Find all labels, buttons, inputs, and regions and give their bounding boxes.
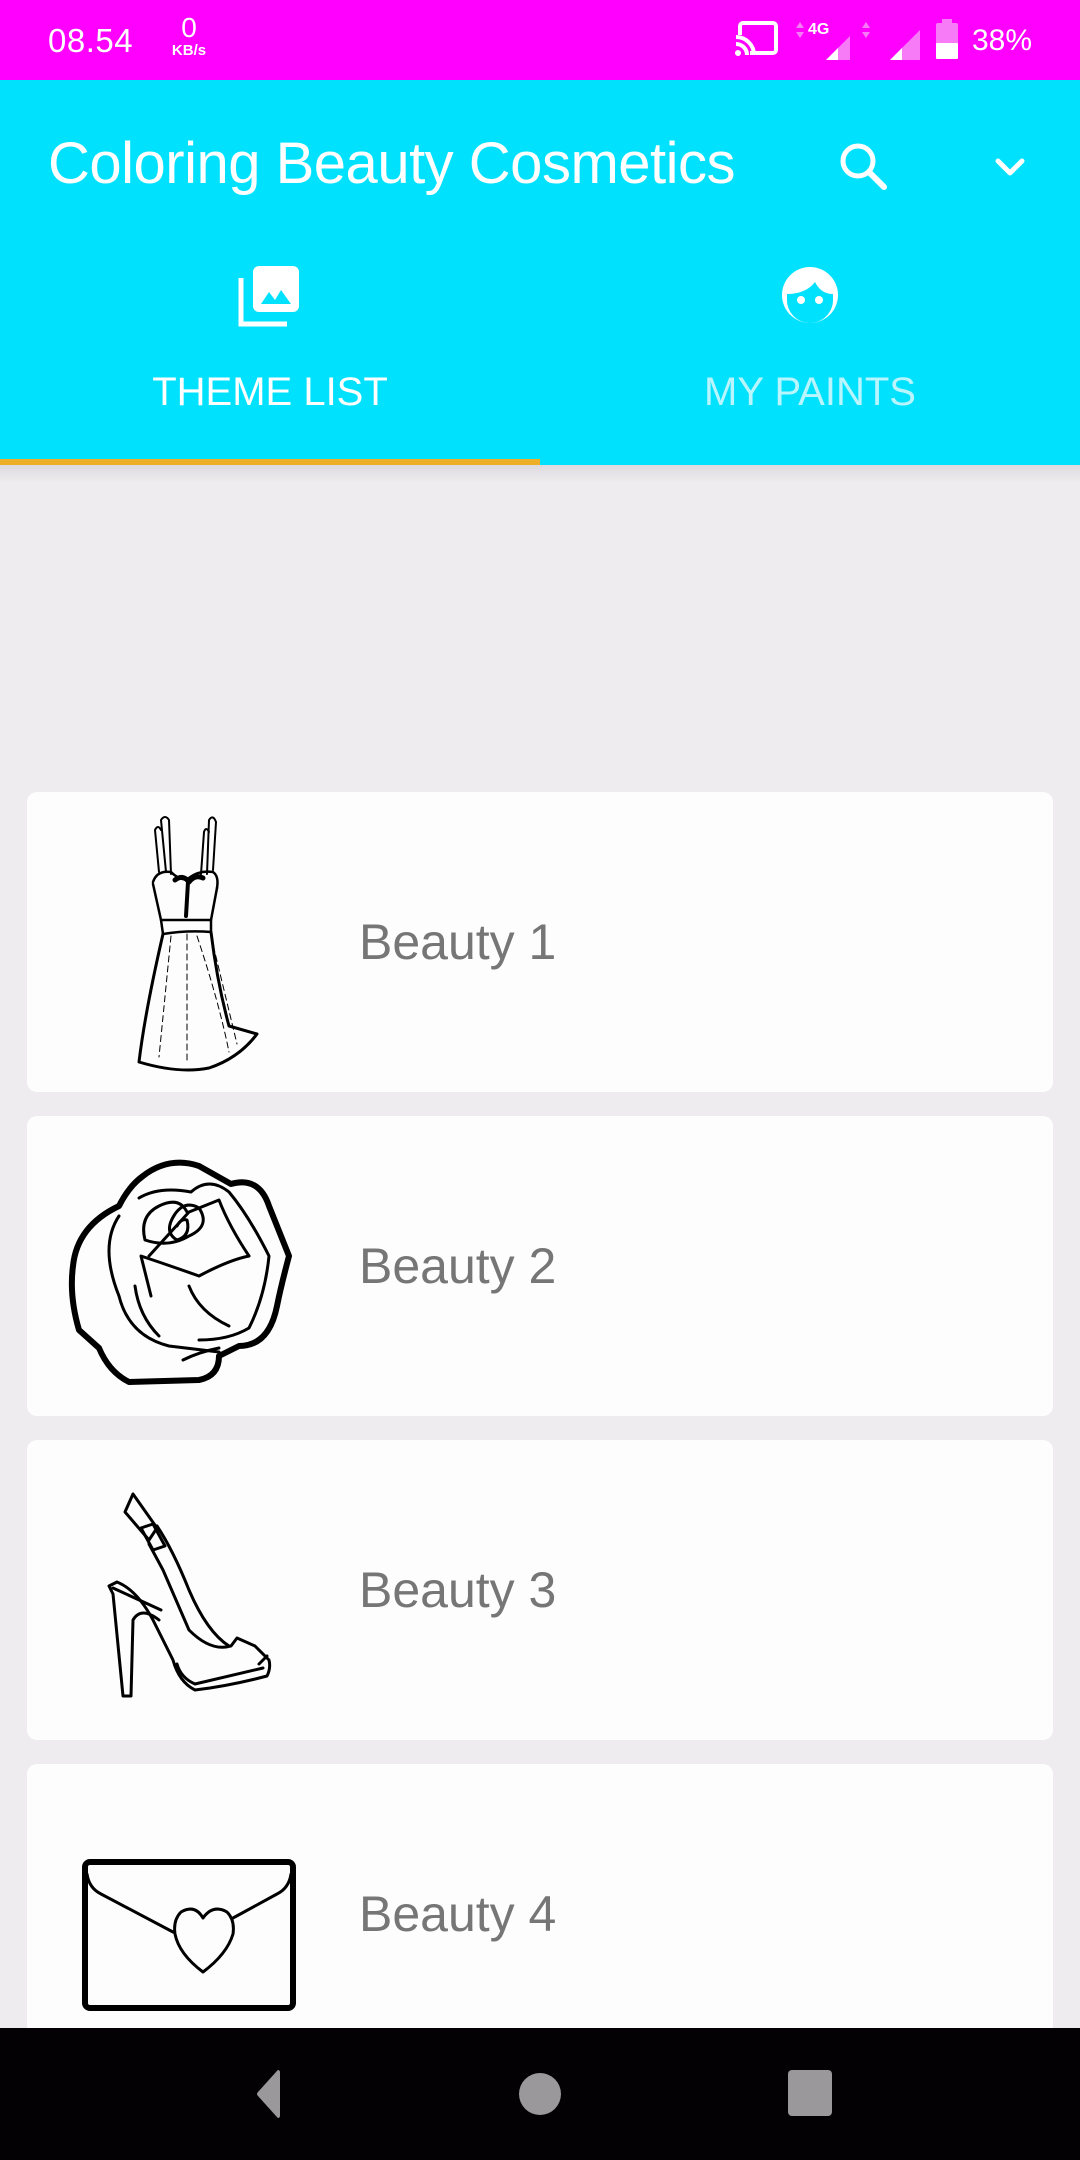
status-icons: 4G 38% [733, 18, 1032, 65]
tab-my-paints[interactable]: MY PAINTS [540, 260, 1080, 465]
status-bar: 08.54 0 KB/s 4G 38% [0, 0, 1080, 80]
app-bar: Coloring Beauty Cosmetics THEME LIST MY … [0, 80, 1080, 465]
system-navigation-bar [0, 2028, 1080, 2160]
cast-icon [733, 20, 778, 62]
network-speed-unit: KB/s [171, 42, 207, 59]
theme-name: Beauty 2 [359, 1238, 557, 1294]
rose-drawing-thumbnail [68, 1159, 292, 1385]
tab-label: THEME LIST [152, 370, 388, 414]
status-time: 08.54 [48, 22, 134, 59]
recents-button[interactable] [780, 2064, 840, 2124]
dress-drawing-thumbnail [137, 816, 259, 1072]
theme-list-item[interactable]: Beauty 4 [27, 1764, 1053, 2064]
signal-icon [888, 18, 922, 65]
theme-list-item[interactable]: Beauty 1 [27, 792, 1053, 1092]
battery-percent: 38% [971, 24, 1032, 57]
battery-icon [935, 18, 958, 64]
app-title: Coloring Beauty Cosmetics [48, 131, 736, 196]
back-button[interactable] [240, 2064, 300, 2124]
home-button[interactable] [510, 2064, 570, 2124]
chevron-down-icon [995, 158, 1025, 176]
search-icon [840, 143, 887, 190]
tab-theme-list[interactable]: THEME LIST [0, 260, 540, 465]
high-heel-shoe-drawing-thumbnail [107, 1492, 272, 1698]
home-icon [519, 2073, 561, 2115]
more-options-button[interactable] [978, 135, 1042, 199]
app-bar-shadow [0, 465, 1080, 483]
envelope-heart-drawing-thumbnail [82, 1859, 296, 2011]
network-speed: 0 KB/s [164, 12, 214, 59]
tab-label: MY PAINTS [704, 370, 916, 414]
network-type-label: 4G [808, 21, 829, 38]
face-icon [782, 267, 838, 323]
network-speed-value: 0 [181, 12, 197, 43]
theme-name: Beauty 3 [359, 1562, 557, 1618]
back-icon [257, 2070, 280, 2118]
tab-bar: THEME LIST MY PAINTS [0, 260, 1080, 465]
recents-icon [788, 2070, 832, 2116]
theme-list-item[interactable]: Beauty 3 [27, 1440, 1053, 1740]
theme-name: Beauty 1 [359, 914, 557, 970]
theme-list-item[interactable]: Beauty 2 [27, 1116, 1053, 1416]
search-button[interactable] [832, 135, 896, 199]
mobile-data-signal-icon: 4G [792, 18, 874, 65]
photo-library-icon [238, 266, 299, 327]
theme-name: Beauty 4 [359, 1886, 557, 1942]
theme-list: Beauty 1 Beauty 2 Beauty 3 Beauty 4 [27, 792, 1053, 2088]
